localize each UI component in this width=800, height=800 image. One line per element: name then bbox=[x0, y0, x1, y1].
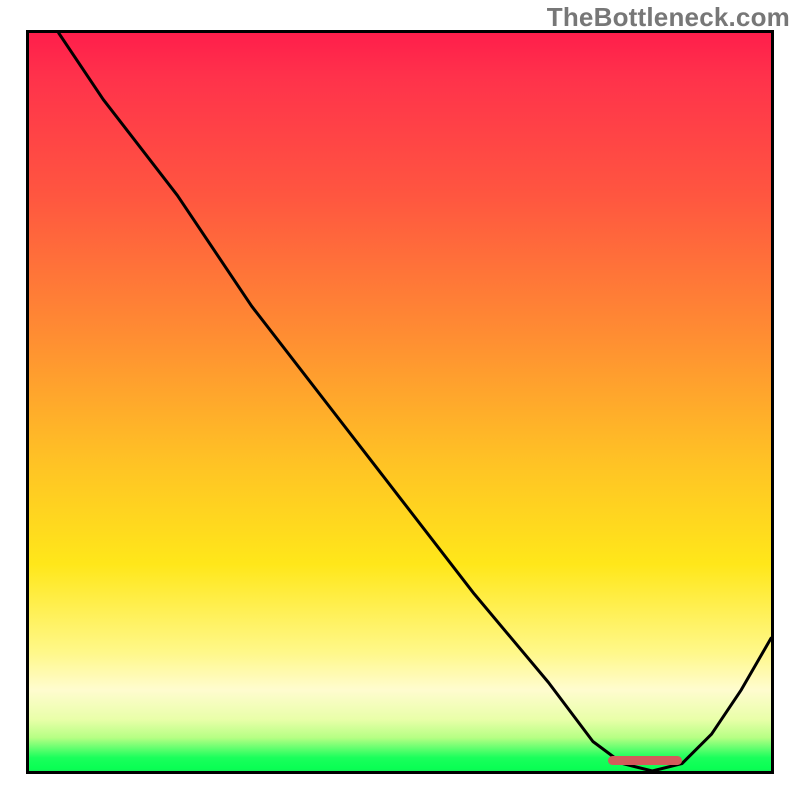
watermark: TheBottleneck.com bbox=[547, 2, 790, 33]
chart-frame bbox=[26, 30, 774, 774]
optimal-marker bbox=[608, 756, 682, 765]
bottleneck-curve bbox=[29, 33, 771, 771]
